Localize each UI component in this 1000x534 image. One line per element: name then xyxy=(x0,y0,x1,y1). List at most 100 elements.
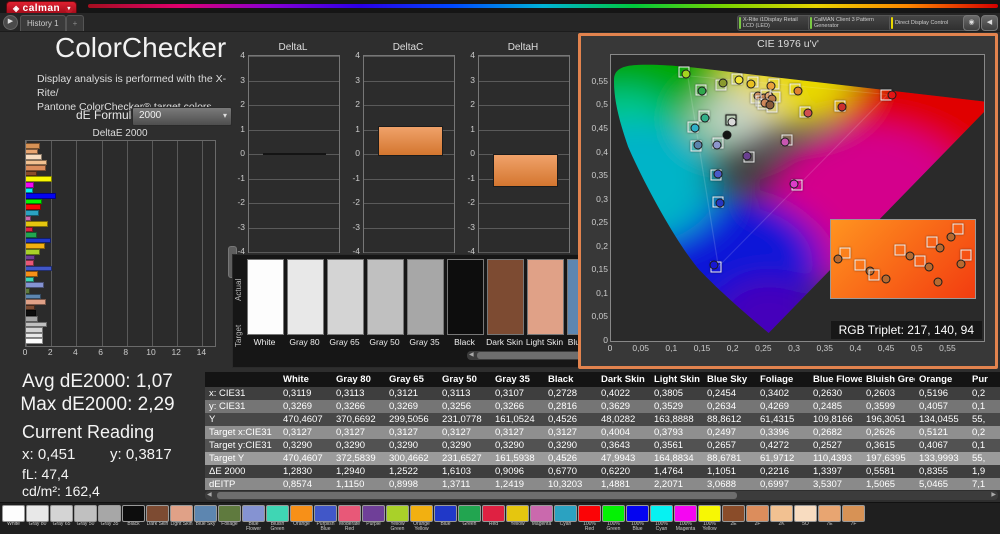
deltae-x-axis: 0 2 4 6 8 10 12 14 xyxy=(23,347,214,357)
swatch-scroll-thumb[interactable] xyxy=(477,352,579,359)
patch-chip-label: 100% Blue xyxy=(631,522,644,533)
patch-chip-100-blue[interactable]: 100% Blue xyxy=(626,505,649,533)
patch-chip-orange-yellow[interactable]: Orange Yellow xyxy=(410,505,433,533)
swatch-gray-80 xyxy=(287,259,324,335)
table-scroll-left-icon[interactable]: ◀ xyxy=(207,491,212,500)
cie-x-tick: 0,5 xyxy=(910,343,923,353)
patch-chip-2e[interactable]: 2E xyxy=(722,505,745,533)
patch-chip-label: Orange Yellow xyxy=(413,522,430,533)
table-cell: 0,3599 xyxy=(866,401,896,412)
swatch-scroll-left-icon[interactable]: ◀ xyxy=(469,351,474,360)
table-scrollbar[interactable]: ◀ ▶ xyxy=(205,491,998,500)
patch-chip-foliage[interactable]: Foliage xyxy=(218,505,241,533)
add-tab-button[interactable]: + xyxy=(66,15,84,31)
collapse-panel-button[interactable]: ◀ xyxy=(981,15,998,31)
cie-x-tick: 0,15 xyxy=(693,343,711,353)
patch-chip-blue[interactable]: Blue xyxy=(434,505,457,533)
inset-measured-point xyxy=(905,251,915,261)
patch-chip-magenta[interactable]: Magenta xyxy=(530,505,553,533)
patch-chip-blue-sky[interactable]: Blue Sky xyxy=(194,505,217,533)
table-scroll-right-icon[interactable]: ▶ xyxy=(991,491,996,500)
patch-chip-purplish-blue[interactable]: Purplish Blue xyxy=(314,505,337,533)
patch-chip-label: Gray 80 xyxy=(28,522,47,527)
patch-chip-label: 100% Yellow xyxy=(702,522,717,533)
patch-chip-gray-65[interactable]: Gray 65 xyxy=(50,505,73,533)
cie-x-tick: 0,35 xyxy=(816,343,833,353)
display-control-dropdown[interactable]: Direct Display Control ▾ xyxy=(889,15,974,31)
table-row: y: CIE31 0,3269 0,3266 0,3269 0,3256 0,3266 0,… xyxy=(205,400,1000,413)
patch-chip-cyan[interactable]: Cyan xyxy=(554,505,577,533)
table-cell: 0,3643 xyxy=(601,440,631,451)
patch-chip-label: 2F xyxy=(754,522,761,527)
cie-x-tick: 0,3 xyxy=(788,343,800,353)
table-cell: 0,4004 xyxy=(601,427,631,438)
patch-chip-100-magenta[interactable]: 100% Magenta xyxy=(674,505,697,533)
patch-chip-swatch xyxy=(458,505,481,522)
table-cell: 0,3266 xyxy=(336,401,366,412)
cie-measured-point xyxy=(789,179,799,189)
patch-chip-light-skin[interactable]: Light Skin xyxy=(170,505,193,533)
patch-chip-red[interactable]: Red xyxy=(482,505,505,533)
patch-chip-2k[interactable]: 2K xyxy=(770,505,793,533)
patch-chip-swatch xyxy=(314,505,337,522)
delta-chart-title: DeltaL xyxy=(278,42,308,53)
patch-chip-5o[interactable]: 5O xyxy=(794,505,817,533)
table-row: ΔE 2000 1,2830 1,2940 1,2522 1,6103 0,9096 0,6… xyxy=(205,465,1000,478)
delta-y-tick: 0 xyxy=(240,148,245,158)
table-cell: 0,2682 xyxy=(813,427,843,438)
delta-y-tick: 3 xyxy=(355,74,360,85)
patch-chip-gray-35[interactable]: Gray 35 xyxy=(98,505,121,533)
patch-chip-gray-50[interactable]: Gray 50 xyxy=(74,505,97,533)
patch-chip-purple[interactable]: Purple xyxy=(362,505,385,533)
cie-x-tick: 0,55 xyxy=(939,343,956,353)
swatch-gray-50 xyxy=(367,259,404,335)
patch-chip-moderate-red[interactable]: Moderate Red xyxy=(338,505,361,533)
rainbow-accent-bar xyxy=(88,4,998,8)
table-scroll-thumb[interactable] xyxy=(217,492,737,499)
patch-chip-yellow[interactable]: Yellow xyxy=(506,505,529,533)
patch-chip-swatch xyxy=(386,505,409,522)
patch-chip-dark-skin[interactable]: Dark Skin xyxy=(146,505,169,533)
table-cell: 0,3629 xyxy=(601,401,631,412)
table-cell: 0,3119 xyxy=(283,388,312,399)
swatch-scrollbar[interactable]: ◀ ▶ xyxy=(467,351,579,360)
settings-button[interactable]: ◉ xyxy=(963,15,980,31)
patch-chip-blue-flower[interactable]: Blue Flower xyxy=(242,505,265,533)
patch-chip-white[interactable]: White xyxy=(2,505,25,533)
patch-chip-2f[interactable]: 2F xyxy=(746,505,769,533)
table-col-header: Gray 50 xyxy=(438,372,491,387)
de-formula-dropdown[interactable]: 2000 ▾ xyxy=(132,107,232,126)
patch-chip-green[interactable]: Green xyxy=(458,505,481,533)
de-formula-value: 2000 xyxy=(139,110,162,121)
source-dropdown[interactable]: CalMAN Client 3 Pattern Generator ▾ xyxy=(808,15,901,31)
source-status-bar xyxy=(810,17,812,29)
patch-chip-orange[interactable]: Orange xyxy=(290,505,313,533)
table-cell: 0,2 xyxy=(972,388,986,399)
patch-chip-100-green[interactable]: 100% Green xyxy=(602,505,625,533)
cie-y-tick: 0,3 xyxy=(596,193,608,204)
patch-chip-label: Foliage xyxy=(221,522,238,527)
cie-measured-point xyxy=(734,75,744,85)
table-cell: 0,3793 xyxy=(654,427,684,438)
tab-history-1[interactable]: History 1 xyxy=(20,15,66,31)
avg-de2000-readout: Avg dE2000: 1,07 xyxy=(22,371,173,392)
patch-chip-7f[interactable]: 7F xyxy=(842,505,865,533)
patch-chip-yellow-green[interactable]: Yellow Green xyxy=(386,505,409,533)
patch-chip-bluish-green[interactable]: Bluish Green xyxy=(266,505,289,533)
patch-chip-7e[interactable]: 7E xyxy=(818,505,841,533)
patch-chip-black[interactable]: Black xyxy=(122,505,145,533)
table-cell: 196,3051 xyxy=(866,414,906,425)
patch-chip-gray-80[interactable]: Gray 80 xyxy=(26,505,49,533)
patch-chip-100-red[interactable]: 100% Red xyxy=(578,505,601,533)
table-cell: 372,5839 xyxy=(336,453,376,464)
patch-chip-100-yellow[interactable]: 100% Yellow xyxy=(698,505,721,533)
delta-y-tick: 2 xyxy=(355,99,360,109)
patch-chip-100-cyan[interactable]: 100% Cyan xyxy=(650,505,673,533)
patch-chip-swatch xyxy=(434,505,457,522)
table-cell: 0,3127 xyxy=(442,427,472,438)
delta-gridline xyxy=(364,252,454,253)
inset-measured-point xyxy=(933,277,943,287)
logo-dropdown-icon[interactable]: ▾ xyxy=(65,5,74,13)
session-menu-button[interactable]: ▶ xyxy=(3,15,18,30)
patch-chip-swatch xyxy=(410,505,433,522)
